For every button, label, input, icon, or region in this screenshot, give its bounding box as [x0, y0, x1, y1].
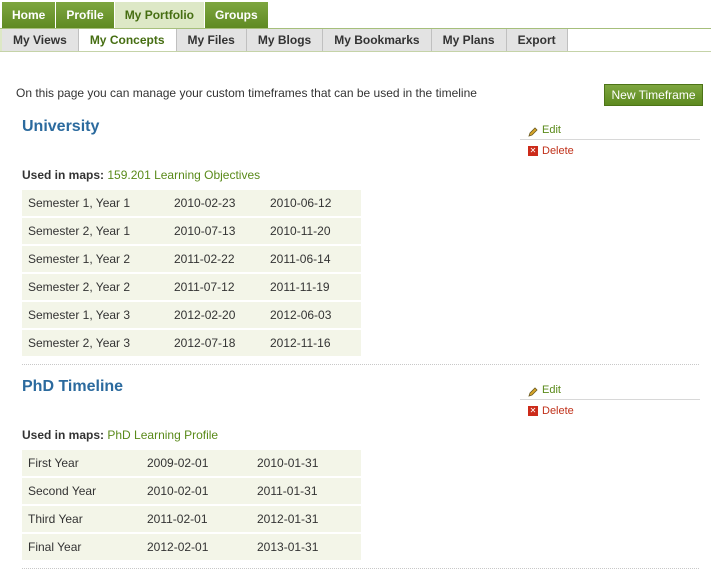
timeframe-title: University: [22, 118, 100, 135]
sub-tab-my-files[interactable]: My Files: [176, 29, 247, 51]
period-end: 2010-11-20: [264, 218, 361, 246]
delete-label: Delete: [542, 145, 574, 157]
period-name: Second Year: [22, 478, 141, 506]
new-timeframe-button[interactable]: New Timeframe: [604, 84, 703, 106]
main-tab-my-portfolio[interactable]: My Portfolio: [114, 2, 206, 28]
period-start: 2010-07-13: [168, 218, 264, 246]
period-start: 2011-02-22: [168, 246, 264, 274]
period-end: 2012-06-03: [264, 302, 361, 330]
period-start: 2011-02-01: [141, 506, 251, 534]
period-start: 2012-02-01: [141, 534, 251, 562]
delete-label: Delete: [542, 405, 574, 417]
period-start: 2011-07-12: [168, 274, 264, 302]
timeframe-actions: Edit ✕ Delete: [520, 120, 700, 161]
section-divider: [22, 364, 699, 365]
pencil-icon: [528, 125, 538, 137]
sub-tab-my-views[interactable]: My Views: [2, 29, 79, 51]
period-end: 2011-01-31: [251, 478, 361, 506]
delete-link[interactable]: ✕ Delete: [520, 401, 700, 421]
intro-text: On this page you can manage your custom …: [16, 86, 477, 100]
period-name: Semester 1, Year 2: [22, 246, 168, 274]
period-start: 2012-02-20: [168, 302, 264, 330]
sub-nav-filler: [567, 29, 711, 51]
table-row: Final Year 2012-02-01 2013-01-31: [22, 534, 361, 562]
sub-tab-my-concepts[interactable]: My Concepts: [78, 29, 177, 51]
main-tab-profile[interactable]: Profile: [56, 2, 115, 28]
delete-icon: ✕: [528, 146, 538, 156]
table-row: Semester 2, Year 2 2011-07-12 2011-11-19: [22, 274, 361, 302]
used-in-maps: Used in maps: 159.201 Learning Objective…: [22, 168, 260, 182]
timeframe-table: First Year 2009-02-01 2010-01-31 Second …: [22, 450, 361, 562]
period-end: 2012-11-16: [264, 330, 361, 358]
period-name: Final Year: [22, 534, 141, 562]
period-start: 2010-02-01: [141, 478, 251, 506]
period-name: Semester 2, Year 1: [22, 218, 168, 246]
table-row: Second Year 2010-02-01 2011-01-31: [22, 478, 361, 506]
table-row: Third Year 2011-02-01 2012-01-31: [22, 506, 361, 534]
main-tab-home[interactable]: Home: [2, 2, 57, 28]
used-in-maps: Used in maps: PhD Learning Profile: [22, 428, 218, 442]
table-row: First Year 2009-02-01 2010-01-31: [22, 450, 361, 478]
sub-tab-export[interactable]: Export: [506, 29, 568, 51]
period-end: 2010-01-31: [251, 450, 361, 478]
period-name: First Year: [22, 450, 141, 478]
period-start: 2009-02-01: [141, 450, 251, 478]
sub-tab-my-bookmarks[interactable]: My Bookmarks: [323, 29, 432, 51]
edit-label: Edit: [542, 383, 561, 396]
period-name: Semester 2, Year 3: [22, 330, 168, 358]
period-end: 2013-01-31: [251, 534, 361, 562]
edit-label: Edit: [542, 123, 561, 136]
edit-link[interactable]: Edit: [520, 120, 700, 140]
table-row: Semester 1, Year 2 2011-02-22 2011-06-14: [22, 246, 361, 274]
period-start: 2010-02-23: [168, 190, 264, 218]
main-nav: Home Profile My Portfolio Groups: [2, 2, 269, 28]
timeframe-actions: Edit ✕ Delete: [520, 380, 700, 421]
timeframe-title: PhD Timeline: [22, 378, 124, 395]
period-end: 2012-01-31: [251, 506, 361, 534]
period-name: Third Year: [22, 506, 141, 534]
map-link[interactable]: PhD Learning Profile: [107, 428, 218, 442]
period-name: Semester 1, Year 1: [22, 190, 168, 218]
delete-icon: ✕: [528, 406, 538, 416]
timeframe-table: Semester 1, Year 1 2010-02-23 2010-06-12…: [22, 190, 361, 358]
period-start: 2012-07-18: [168, 330, 264, 358]
period-name: Semester 1, Year 3: [22, 302, 168, 330]
used-in-maps-label: Used in maps:: [22, 428, 105, 442]
section-divider: [22, 568, 699, 569]
period-name: Semester 2, Year 2: [22, 274, 168, 302]
main-tab-groups[interactable]: Groups: [205, 2, 269, 28]
table-row: Semester 2, Year 3 2012-07-18 2012-11-16: [22, 330, 361, 358]
table-row: Semester 2, Year 1 2010-07-13 2010-11-20: [22, 218, 361, 246]
used-in-maps-label: Used in maps:: [22, 168, 105, 182]
table-row: Semester 1, Year 1 2010-02-23 2010-06-12: [22, 190, 361, 218]
pencil-icon: [528, 385, 538, 397]
table-row: Semester 1, Year 3 2012-02-20 2012-06-03: [22, 302, 361, 330]
map-link[interactable]: 159.201 Learning Objectives: [107, 168, 260, 182]
sub-tab-my-blogs[interactable]: My Blogs: [246, 29, 324, 51]
delete-link[interactable]: ✕ Delete: [520, 141, 700, 161]
period-end: 2011-06-14: [264, 246, 361, 274]
period-end: 2010-06-12: [264, 190, 361, 218]
sub-nav: My Views My Concepts My Files My Blogs M…: [0, 29, 711, 52]
edit-link[interactable]: Edit: [520, 380, 700, 400]
period-end: 2011-11-19: [264, 274, 361, 302]
sub-tab-my-plans[interactable]: My Plans: [431, 29, 507, 51]
